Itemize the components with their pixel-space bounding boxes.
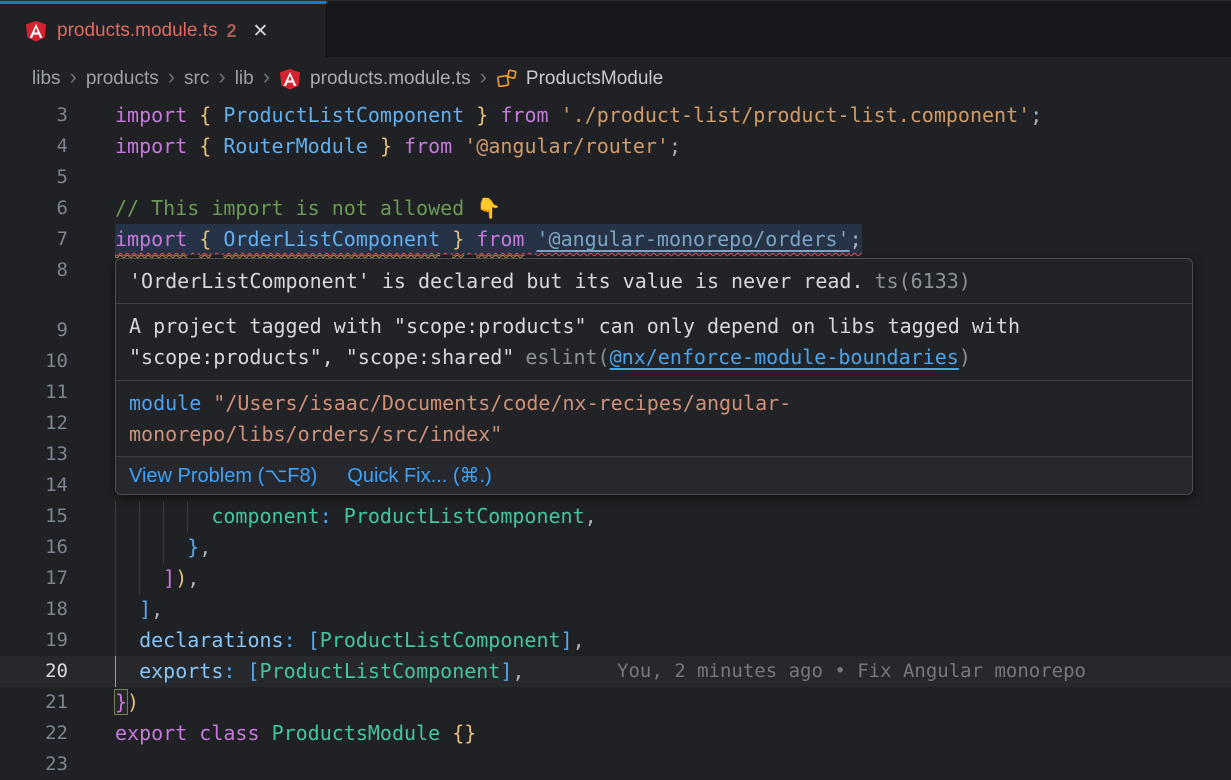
hover-ts-diagnostic: 'OrderListComponent' is declared but its… <box>116 259 1192 304</box>
line-number[interactable]: 22 <box>0 718 68 749</box>
line-number[interactable]: 20 <box>0 656 68 687</box>
code-line-23: 23 <box>0 749 1231 780</box>
code-line-22: 22 export class ProductsModule {} <box>0 718 1231 749</box>
code-line-5: 5 <box>0 162 1231 193</box>
line-number[interactable]: 9 <box>0 315 68 346</box>
diagnostic-message-line1: A project tagged with "scope:products" c… <box>129 311 1179 342</box>
hover-status-bar: View Problem (⌥F8) Quick Fix... (⌘.) <box>116 457 1192 494</box>
line-number[interactable]: 4 <box>0 131 68 162</box>
diagnostic-message-line2: "scope:products", "scope:shared"eslint(@… <box>129 342 1179 373</box>
line-number[interactable]: 18 <box>0 594 68 625</box>
chevron-right-icon: › <box>480 66 487 88</box>
breadcrumb-item-products[interactable]: products <box>86 68 159 90</box>
line-number[interactable]: 6 <box>0 193 68 224</box>
line-number[interactable]: 8 <box>0 255 68 286</box>
code-text: // This import is not allowed 👇 <box>115 193 501 224</box>
diagnostic-source-suffix: ) <box>959 345 971 369</box>
line-number[interactable]: 19 <box>0 625 68 656</box>
eslint-rule-link[interactable]: @nx/enforce-module-boundaries <box>610 345 959 369</box>
line-number[interactable]: 13 <box>0 439 68 470</box>
tab-title: products.module.ts <box>57 20 218 42</box>
code-text: ], <box>115 594 163 625</box>
code-line-19: 19 declarations: [ProductListComponent], <box>0 625 1231 656</box>
quick-fix-action[interactable]: Quick Fix... (⌘.) <box>347 463 491 488</box>
line-number[interactable]: 7 <box>0 224 68 255</box>
line-number[interactable]: 3 <box>0 100 68 131</box>
close-icon[interactable]: ✕ <box>253 20 269 43</box>
line-number[interactable]: 12 <box>0 408 68 439</box>
line-number[interactable]: 21 <box>0 687 68 718</box>
code-text: export class ProductsModule {} <box>115 718 476 749</box>
breadcrumb: libs › products › src › lib › products.m… <box>0 57 1231 100</box>
diagnostic-source: ts(6133) <box>875 269 971 293</box>
code-line-3: 3 import { ProductListComponent } from '.… <box>0 100 1231 131</box>
code-text: ]), <box>115 563 199 594</box>
line-number[interactable]: 17 <box>0 563 68 594</box>
angular-icon <box>279 68 301 90</box>
line-number[interactable]: 14 <box>0 470 68 501</box>
code-text: declarations: [ProductListComponent], <box>115 625 585 656</box>
chevron-right-icon: › <box>218 66 225 88</box>
vscode-window: products.module.ts 2 ✕ libs › products ›… <box>0 0 1231 780</box>
view-problem-action[interactable]: View Problem (⌥F8) <box>129 463 317 488</box>
tab-products-module[interactable]: products.module.ts 2 ✕ <box>0 1 327 58</box>
class-icon <box>496 68 518 90</box>
diagnostic-source-prefix: eslint( <box>525 345 609 369</box>
code-line-20: 20 exports: [ProductListComponent], You, … <box>0 656 1231 687</box>
code-text: }, <box>115 532 211 563</box>
line-number[interactable]: 23 <box>0 749 68 780</box>
breadcrumb-item-lib[interactable]: lib <box>235 68 254 90</box>
line-number[interactable]: 10 <box>0 346 68 377</box>
code-line-15: 15 component: ProductListComponent, <box>0 501 1231 532</box>
tab-bar: products.module.ts 2 ✕ <box>0 0 1231 57</box>
hover-tooltip: 'OrderListComponent' is declared but its… <box>115 258 1193 495</box>
angular-icon <box>25 20 47 42</box>
chevron-right-icon: › <box>263 66 270 88</box>
module-path: "/Users/isaac/Documents/code/nx-recipes/… <box>129 391 791 446</box>
hover-module-definition: module "/Users/isaac/Documents/code/nx-r… <box>116 381 1192 457</box>
line-number[interactable]: 11 <box>0 377 68 408</box>
code-text: }) <box>115 687 139 718</box>
code-text: import { OrderListComponent } from '@ang… <box>115 224 862 255</box>
code-line-17: 17 ]), <box>0 563 1231 594</box>
code-line-7: 7 import { OrderListComponent } from '@an… <box>0 224 1231 255</box>
hover-eslint-diagnostic: A project tagged with "scope:products" c… <box>116 304 1192 381</box>
code-line-18: 18 ], <box>0 594 1231 625</box>
code-text: import { RouterModule } from '@angular/r… <box>115 131 681 162</box>
chevron-right-icon: › <box>70 66 77 88</box>
code-text: import { ProductListComponent } from './… <box>115 100 1042 131</box>
diagnostic-message: 'OrderListComponent' is declared but its… <box>129 269 864 293</box>
code-line-21: 21}) <box>0 687 1231 718</box>
breadcrumb-item-src[interactable]: src <box>184 68 209 90</box>
git-blame-annotation: You, 2 minutes ago • Fix Angular monorep… <box>617 656 1086 687</box>
breadcrumb-item-symbol[interactable]: ProductsModule <box>526 68 663 90</box>
code-line-16: 16 }, <box>0 532 1231 563</box>
line-number[interactable]: 16 <box>0 532 68 563</box>
tab-problem-count: 2 <box>227 21 237 42</box>
code-text: exports: [ProductListComponent], <box>115 656 524 687</box>
code-text: component: ProductListComponent, <box>115 501 597 532</box>
breadcrumb-item-libs[interactable]: libs <box>32 68 61 90</box>
line-number[interactable]: 15 <box>0 501 68 532</box>
module-keyword: module <box>129 391 201 415</box>
breadcrumb-item-file[interactable]: products.module.ts <box>310 68 471 90</box>
code-line-6: 6 // This import is not allowed 👇 <box>0 193 1231 224</box>
line-number[interactable]: 5 <box>0 162 68 193</box>
chevron-right-icon: › <box>168 66 175 88</box>
code-line-4: 4 import { RouterModule } from '@angular/… <box>0 131 1231 162</box>
